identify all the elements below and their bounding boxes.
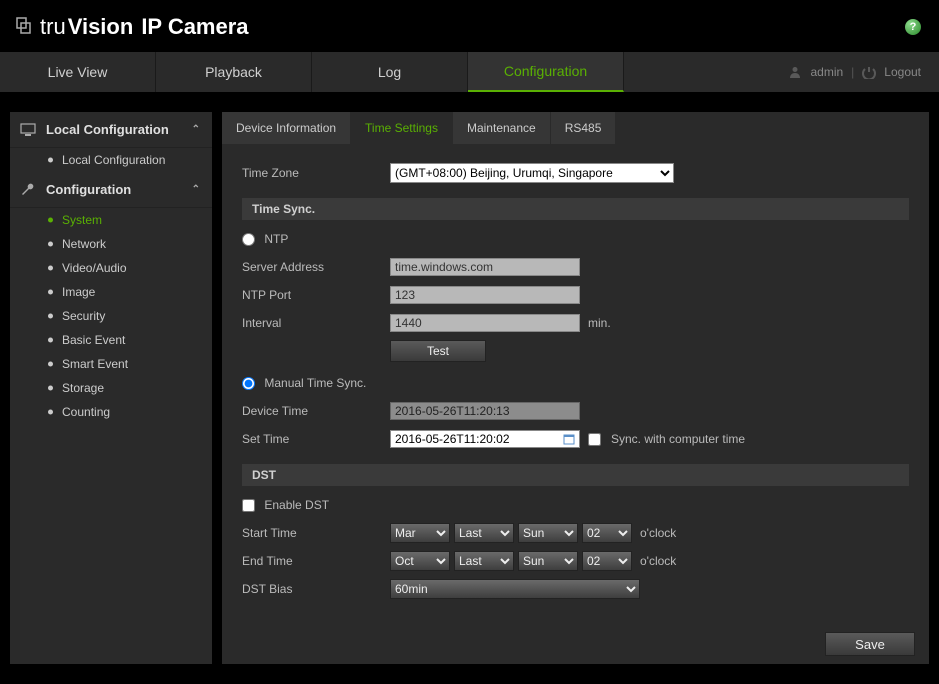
device-time-label: Device Time bbox=[242, 404, 390, 418]
monitor-icon bbox=[20, 123, 38, 137]
set-time-label: Set Time bbox=[242, 432, 390, 446]
sidebar-item-smartevent[interactable]: Smart Event bbox=[10, 352, 212, 376]
sidebar-item-security[interactable]: Security bbox=[10, 304, 212, 328]
calendar-icon[interactable] bbox=[562, 432, 576, 446]
tab-rs485[interactable]: RS485 bbox=[551, 112, 616, 144]
end-month-select[interactable]: Oct bbox=[390, 551, 450, 571]
sidebar-item-network[interactable]: Network bbox=[10, 232, 212, 256]
manual-text: Manual Time Sync. bbox=[264, 376, 366, 390]
start-day-select[interactable]: Sun bbox=[518, 523, 578, 543]
end-time-label: End Time bbox=[242, 554, 390, 568]
chevron-up-icon: ⌃ bbox=[192, 124, 200, 135]
end-oclock: o'clock bbox=[640, 554, 676, 568]
chevron-up-icon: ⌃ bbox=[192, 184, 200, 195]
ntp-port-label: NTP Port bbox=[242, 288, 390, 302]
ntp-port-input[interactable] bbox=[390, 286, 580, 304]
help-icon[interactable]: ? bbox=[905, 19, 921, 35]
sync-computer-text: Sync. with computer time bbox=[611, 432, 745, 446]
nav-bar: Live View Playback Log Configuration adm… bbox=[0, 52, 939, 92]
wrench-icon bbox=[20, 183, 38, 197]
server-address-label: Server Address bbox=[242, 260, 390, 274]
save-button[interactable]: Save bbox=[825, 632, 915, 656]
nav-tab-configuration[interactable]: Configuration bbox=[468, 52, 624, 92]
tab-timesettings[interactable]: Time Settings bbox=[351, 112, 452, 144]
dst-header: DST bbox=[242, 464, 909, 486]
ntp-radio[interactable] bbox=[242, 233, 255, 246]
sidebar-section-label: Configuration bbox=[46, 182, 131, 197]
sync-computer-checkbox[interactable] bbox=[588, 433, 601, 446]
ntp-radio-label[interactable]: NTP bbox=[242, 232, 288, 246]
device-time-input bbox=[390, 402, 580, 420]
user-icon bbox=[788, 65, 802, 79]
sidebar-item-videoaudio[interactable]: Video/Audio bbox=[10, 256, 212, 280]
sync-computer-checkbox-label[interactable]: Sync. with computer time bbox=[588, 432, 745, 446]
sidebar-section-config[interactable]: Configuration ⌃ bbox=[10, 172, 212, 208]
enable-dst-checkbox[interactable] bbox=[242, 499, 255, 512]
sidebar-section-local[interactable]: Local Configuration ⌃ bbox=[10, 112, 212, 148]
sidebar-item-counting[interactable]: Counting bbox=[10, 400, 212, 424]
start-hour-select[interactable]: 02 bbox=[582, 523, 632, 543]
enable-dst-label[interactable]: Enable DST bbox=[242, 498, 329, 512]
dst-bias-label: DST Bias bbox=[242, 582, 390, 596]
username[interactable]: admin bbox=[810, 65, 843, 79]
nav-tab-playback[interactable]: Playback bbox=[156, 52, 312, 92]
end-hour-select[interactable]: 02 bbox=[582, 551, 632, 571]
logo-icon bbox=[16, 17, 32, 35]
logout-icon bbox=[862, 65, 876, 79]
ntp-text: NTP bbox=[264, 232, 288, 246]
sidebar-item-system[interactable]: System bbox=[10, 208, 212, 232]
sidebar: Local Configuration ⌃ Local Configuratio… bbox=[10, 112, 212, 664]
content-panel: Device Information Time Settings Mainten… bbox=[222, 112, 929, 664]
manual-radio-label[interactable]: Manual Time Sync. bbox=[242, 376, 366, 390]
set-time-input[interactable] bbox=[390, 430, 580, 448]
brand-part3: IP Camera bbox=[141, 14, 248, 40]
sidebar-item-storage[interactable]: Storage bbox=[10, 376, 212, 400]
tab-deviceinfo[interactable]: Device Information bbox=[222, 112, 350, 144]
interval-unit: min. bbox=[588, 316, 611, 330]
interval-label: Interval bbox=[242, 316, 390, 330]
server-address-input[interactable] bbox=[390, 258, 580, 276]
divider: | bbox=[851, 65, 854, 79]
dst-bias-select[interactable]: 60min bbox=[390, 579, 640, 599]
sidebar-item-localconfig[interactable]: Local Configuration bbox=[10, 148, 212, 172]
brand-logo: tru Vision IP Camera bbox=[16, 14, 249, 40]
start-oclock: o'clock bbox=[640, 526, 676, 540]
end-week-select[interactable]: Last bbox=[454, 551, 514, 571]
test-button[interactable]: Test bbox=[390, 340, 486, 362]
inner-tab-strip: Device Information Time Settings Mainten… bbox=[222, 112, 929, 144]
sidebar-section-label: Local Configuration bbox=[46, 122, 169, 137]
start-month-select[interactable]: Mar bbox=[390, 523, 450, 543]
tab-maintenance[interactable]: Maintenance bbox=[453, 112, 550, 144]
logout-link[interactable]: Logout bbox=[884, 65, 921, 79]
timezone-label: Time Zone bbox=[242, 166, 390, 180]
interval-input[interactable] bbox=[390, 314, 580, 332]
brand-part2: Vision bbox=[68, 14, 134, 40]
start-week-select[interactable]: Last bbox=[454, 523, 514, 543]
enable-dst-text: Enable DST bbox=[264, 498, 329, 512]
end-day-select[interactable]: Sun bbox=[518, 551, 578, 571]
manual-radio[interactable] bbox=[242, 377, 255, 390]
sidebar-item-basicevent[interactable]: Basic Event bbox=[10, 328, 212, 352]
timesync-header: Time Sync. bbox=[242, 198, 909, 220]
nav-tab-liveview[interactable]: Live View bbox=[0, 52, 156, 92]
sidebar-item-image[interactable]: Image bbox=[10, 280, 212, 304]
nav-tab-log[interactable]: Log bbox=[312, 52, 468, 92]
start-time-label: Start Time bbox=[242, 526, 390, 540]
brand-part1: tru bbox=[40, 14, 66, 40]
timezone-select[interactable]: (GMT+08:00) Beijing, Urumqi, Singapore bbox=[390, 163, 674, 183]
